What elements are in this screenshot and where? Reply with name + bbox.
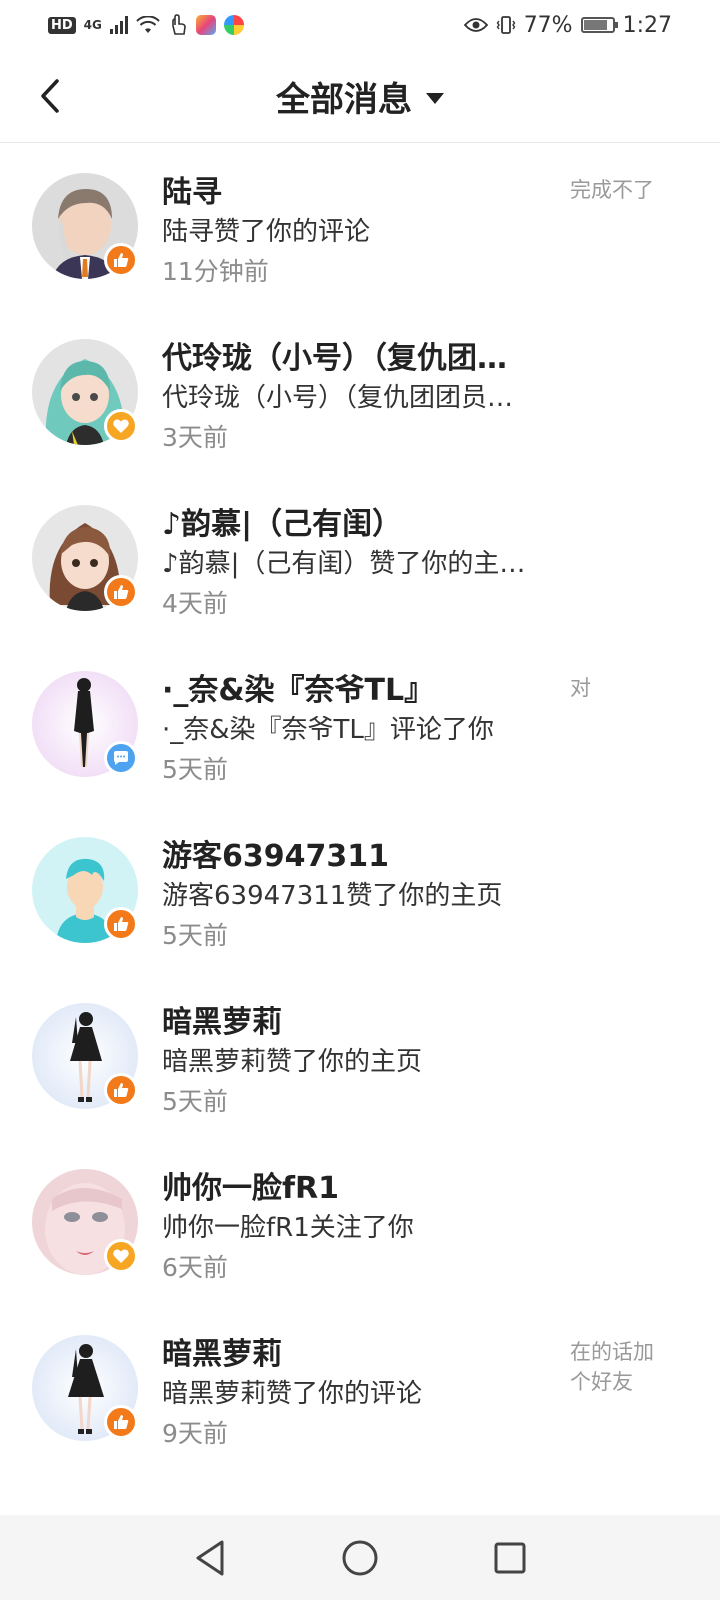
list-item[interactable]: ·_奈&染『奈爷TL』 ·_奈&染『奈爷TL』评论了你 5天前 对 — [0, 641, 720, 807]
message-time: 6天前 — [162, 1253, 228, 1282]
signal-icon — [109, 16, 128, 34]
message-list: 陆寻 陆寻赞了你的评论 11分钟前 完成不了 代玲珑（小号）（复仇团… 代玲珑（… — [0, 143, 720, 1471]
message-time: 4天前 — [162, 589, 228, 618]
app-icon-photos — [223, 15, 244, 35]
message-time: 9天前 — [162, 1419, 228, 1448]
system-navigation-bar — [0, 1515, 720, 1600]
status-bar: HD 4G 77% 1:27 — [0, 0, 720, 50]
nav-home-button[interactable] — [285, 1515, 435, 1600]
network-type: 4G — [83, 18, 102, 32]
sender-name: 游客63947311 — [162, 839, 389, 874]
list-item[interactable]: ♪韵慕|（己有闺） ♪韵慕|（己有闺）赞了你的主… 4天前 — [0, 475, 720, 641]
message-time: 3天前 — [162, 423, 228, 452]
page-title: 全部消息 — [276, 80, 412, 120]
message-text: 暗黑萝莉赞了你的评论 — [162, 1379, 423, 1409]
sender-name: ·_奈&染『奈爷TL』 — [162, 673, 435, 708]
message-text: 暗黑萝莉赞了你的主页 — [162, 1047, 423, 1077]
message-filter-dropdown[interactable]: 全部消息 — [0, 50, 720, 143]
list-item[interactable]: 游客63947311 游客63947311赞了你的主页 5天前 — [0, 807, 720, 973]
list-item[interactable]: 陆寻 陆寻赞了你的评论 11分钟前 完成不了 — [0, 143, 720, 309]
message-text: 代玲珑（小号）（复仇团团员… — [162, 383, 514, 413]
message-time: 5天前 — [162, 921, 228, 950]
circle-home-icon — [342, 1540, 378, 1575]
message-text: ·_奈&染『奈爷TL』评论了你 — [162, 715, 494, 745]
battery-percent: 77% — [523, 12, 573, 38]
clock: 1:27 — [622, 12, 672, 38]
message-text: ♪韵慕|（己有闺）赞了你的主… — [162, 549, 526, 579]
hand-gesture-icon — [172, 14, 186, 35]
eye-icon — [463, 18, 488, 32]
sender-name: 帅你一脸fR1 — [162, 1171, 340, 1206]
thumbs-up-badge-icon — [104, 907, 138, 941]
list-item[interactable]: 暗黑萝莉 暗黑萝莉赞了你的主页 5天前 — [0, 973, 720, 1139]
list-item[interactable]: 帅你一脸fR1 帅你一脸fR1关注了你 6天前 — [0, 1139, 720, 1305]
heart-badge-icon — [104, 1239, 138, 1273]
square-recents-icon — [494, 1542, 526, 1573]
vibrate-icon — [496, 16, 516, 34]
triangle-back-icon — [196, 1540, 224, 1575]
message-text: 帅你一脸fR1关注了你 — [162, 1213, 414, 1243]
message-time: 11分钟前 — [162, 257, 269, 286]
status-left: HD 4G — [48, 14, 244, 36]
caret-down-icon — [426, 93, 444, 104]
sender-name: ♪韵慕|（己有闺） — [162, 507, 403, 542]
status-right: 77% 1:27 — [463, 12, 672, 38]
hd-badge: HD — [48, 16, 76, 34]
nav-recents-button[interactable] — [435, 1515, 585, 1600]
thumbs-up-badge-icon — [104, 1405, 138, 1439]
list-item[interactable]: 暗黑萝莉 暗黑萝莉赞了你的评论 9天前 在的话加个好友 — [0, 1305, 720, 1471]
message-time: 5天前 — [162, 755, 228, 784]
app-icon-notes — [195, 15, 216, 35]
message-text: 游客63947311赞了你的主页 — [162, 881, 503, 911]
thumbs-up-badge-icon — [104, 1073, 138, 1107]
list-item[interactable]: 代玲珑（小号）（复仇团… 代玲珑（小号）（复仇团团员… 3天前 — [0, 309, 720, 475]
header: 全部消息 — [0, 50, 720, 143]
thumbs-up-badge-icon — [104, 575, 138, 609]
thumbs-up-badge-icon — [104, 243, 138, 277]
message-time: 5天前 — [162, 1087, 228, 1116]
sender-name: 陆寻 — [162, 175, 222, 210]
battery-icon — [580, 17, 618, 33]
comment-preview: 完成不了 — [570, 178, 654, 202]
nav-back-button[interactable] — [135, 1515, 285, 1600]
heart-badge-icon — [104, 409, 138, 443]
sender-name: 代玲珑（小号）（复仇团… — [162, 341, 507, 376]
sender-name: 暗黑萝莉 — [162, 1005, 282, 1040]
message-text: 陆寻赞了你的评论 — [162, 217, 371, 247]
chat-badge-icon — [104, 741, 138, 775]
comment-preview: 在的话加个好友 — [570, 1340, 654, 1394]
sender-name: 暗黑萝莉 — [162, 1337, 282, 1372]
comment-preview: 对 — [570, 676, 591, 700]
wifi-icon — [136, 16, 160, 33]
